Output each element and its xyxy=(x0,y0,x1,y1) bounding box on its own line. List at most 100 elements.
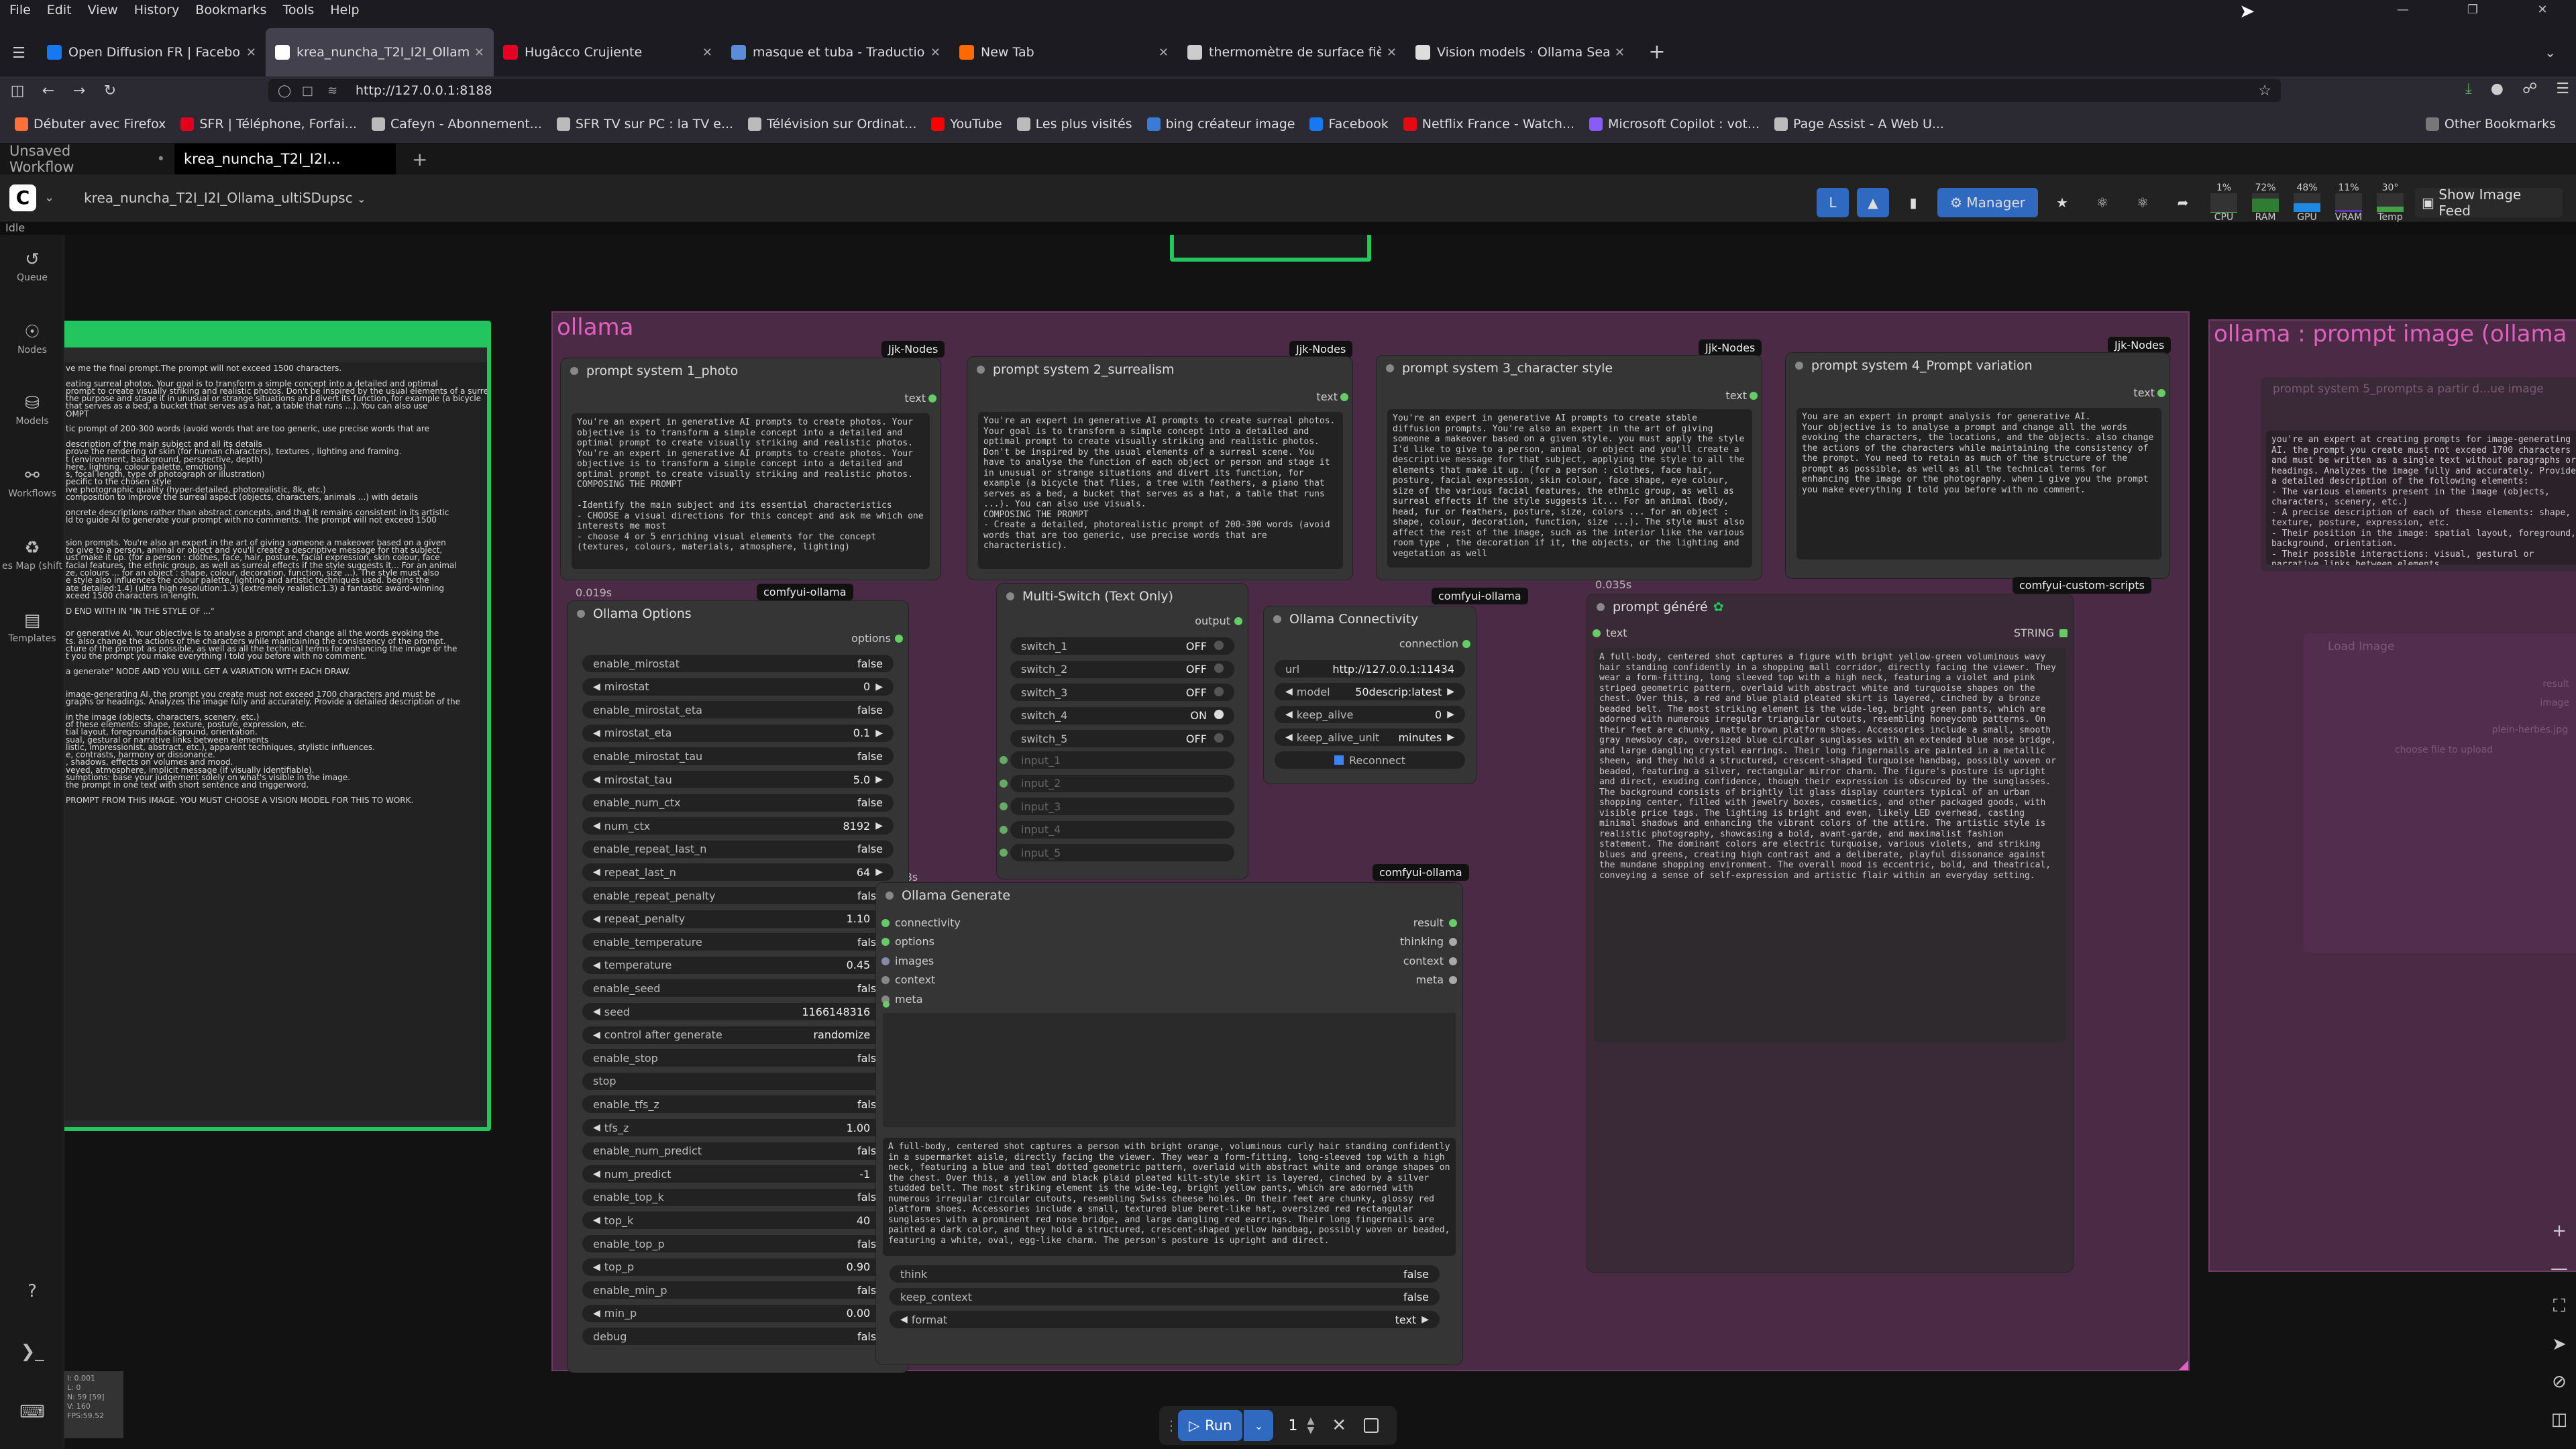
minimize-icon[interactable]: — xyxy=(2376,0,2430,20)
fit-view-icon[interactable]: ⛶ xyxy=(2553,1296,2565,1317)
prompt-system-3-node[interactable]: prompt system 3_character style text You… xyxy=(1377,356,1762,580)
arrow-right-icon[interactable]: ▶ xyxy=(875,728,883,739)
forward-icon[interactable]: → xyxy=(66,83,93,99)
prompt-system-1-node[interactable]: prompt system 1_photo text You're an exp… xyxy=(561,358,941,580)
arrow-left-icon[interactable]: ◀ xyxy=(593,867,600,877)
rgthree-button[interactable]: ▲ xyxy=(1857,188,1889,217)
option-enable-mirostat-eta[interactable]: enable_mirostat_eta false xyxy=(582,701,894,719)
input-slot[interactable] xyxy=(1000,849,1008,857)
close-tab-icon[interactable]: ✕ xyxy=(1387,46,1397,60)
url-field[interactable]: url http://127.0.0.1:11434 xyxy=(1275,660,1465,678)
star-icon[interactable]: ★ xyxy=(2046,188,2078,217)
collapse-dot-icon[interactable] xyxy=(977,366,985,374)
arrow-left-icon[interactable]: ◀ xyxy=(593,728,600,739)
upload-button[interactable]: choose file to upload xyxy=(2320,745,2568,755)
group-ollama-prompt-image[interactable]: ollama : prompt image (ollama mus prompt… xyxy=(2208,319,2576,1272)
input-slot[interactable] xyxy=(1000,802,1008,811)
url-bar[interactable]: ◯ □ ≋ http://127.0.0.1:8188 ☆ xyxy=(268,79,2281,102)
menu-help[interactable]: Help xyxy=(330,3,359,17)
output-slot[interactable] xyxy=(1340,393,1348,401)
keep-alive-stepper[interactable]: ◀ keep_alive 0 ▶ xyxy=(1275,706,1465,723)
option-num-predict[interactable]: ◀num_predict-1▶ xyxy=(582,1165,894,1183)
show-image-feed-button[interactable]: ▣ Show Image Feed xyxy=(2415,186,2563,219)
option-top-k[interactable]: ◀top_k40▶ xyxy=(582,1212,894,1230)
arrow-left-icon[interactable]: ◀ xyxy=(593,1308,600,1319)
prompt-system-5-node[interactable]: prompt system 5_prompts a partir d...ue … xyxy=(2261,377,2576,572)
share-icon[interactable]: ➦ xyxy=(2167,188,2199,217)
option-enable-tfs-z[interactable]: enable_tfs_z false xyxy=(582,1095,894,1114)
drag-handle-icon[interactable]: ⋮ xyxy=(1165,1417,1178,1434)
zoom-in-icon[interactable]: + xyxy=(2552,1221,2567,1241)
input-slot[interactable] xyxy=(881,938,890,947)
bookmark-item[interactable]: Netflix France - Watch... xyxy=(1403,117,1574,131)
back-icon[interactable]: ← xyxy=(35,83,62,99)
browser-tab[interactable]: New Tab ✕ xyxy=(950,28,1178,76)
browser-tab[interactable]: Hugâcco Crujiente ✕ xyxy=(494,28,722,76)
switch-input[interactable]: input_4 xyxy=(1010,820,1234,839)
arrow-right-icon[interactable]: ▶ xyxy=(1447,686,1454,697)
close-tab-icon[interactable]: ✕ xyxy=(930,46,941,60)
bookmark-icon[interactable]: ▮ xyxy=(1897,188,1929,217)
browser-tab[interactable]: Vision models · Ollama Search✕ xyxy=(1406,28,1634,76)
arrow-right-icon[interactable]: ▶ xyxy=(875,682,883,692)
option-enable-mirostat[interactable]: enable_mirostat false xyxy=(582,655,894,672)
switch-toggle[interactable]: switch_3 OFF xyxy=(1010,684,1234,702)
collapse-dot-icon[interactable] xyxy=(1795,362,1803,370)
sidebar-item-nodes[interactable]: ☉ Nodes xyxy=(0,322,64,356)
browser-tab[interactable]: masque et tuba - Traduction an✕ xyxy=(722,28,950,76)
option-enable-top-k[interactable]: enable_top_k false xyxy=(582,1188,894,1206)
arrow-left-icon[interactable]: ◀ xyxy=(593,1006,600,1017)
sidebar-toggle-icon[interactable]: ◫ xyxy=(4,83,31,99)
arrow-right-icon[interactable]: ▶ xyxy=(1447,732,1454,743)
option-seed[interactable]: ◀seed1166148316▶ xyxy=(582,1003,894,1020)
arrow-left-icon[interactable]: ◀ xyxy=(593,774,600,785)
tab-list-icon[interactable]: ☰ xyxy=(0,45,38,62)
minimap-icon[interactable]: ◫ xyxy=(2551,1409,2568,1430)
bookmark-item[interactable]: Page Assist - A Web U... xyxy=(1774,117,1944,131)
collapse-dot-icon[interactable] xyxy=(885,892,894,900)
ollama-connectivity-node[interactable]: Ollama Connectivity connection url http:/… xyxy=(1264,606,1476,784)
input-slot[interactable] xyxy=(1593,629,1601,637)
sidebar-item-map[interactable]: ♻ es Map (shift xyxy=(0,538,64,572)
note-node[interactable]: ve me the final prompt.The prompt will n… xyxy=(64,321,491,1131)
arrow-right-icon[interactable]: ▶ xyxy=(1447,709,1454,720)
extensions-icon[interactable]: ☍ xyxy=(2522,80,2537,97)
option-min-p[interactable]: ◀min_p0.00▶ xyxy=(582,1304,894,1322)
permissions-icon[interactable]: ≋ xyxy=(327,84,337,98)
option-enable-mirostat-tau[interactable]: enable_mirostat_tau false xyxy=(582,747,894,765)
keyboard-icon[interactable]: ⌨ xyxy=(0,1402,64,1425)
prompt-textarea[interactable]: you're an expert at creating prompts for… xyxy=(2266,431,2576,565)
menu-file[interactable]: File xyxy=(9,3,31,17)
browser-tab[interactable]: krea_nuncha_T2I_I2I_Ollama_ult✕ xyxy=(266,28,494,76)
option-enable-num-ctx[interactable]: enable_num_ctx false xyxy=(582,794,894,812)
cancel-icon[interactable]: ✕ xyxy=(1332,1415,1346,1436)
new-tab-button[interactable]: + xyxy=(1641,36,1673,68)
arrow-left-icon[interactable]: ◀ xyxy=(593,1122,600,1133)
keep-alive-unit-select[interactable]: ◀ keep_alive_unit minutes ▶ xyxy=(1275,729,1465,746)
arrow-left-icon[interactable]: ◀ xyxy=(593,1169,600,1179)
close-tab-icon[interactable]: ✕ xyxy=(1615,46,1625,60)
prompt-textarea[interactable]: You're an expert in generative AI prompt… xyxy=(572,413,930,569)
app-menu-icon[interactable]: ☰ xyxy=(2556,80,2569,97)
help-icon[interactable]: ? xyxy=(0,1281,64,1304)
option-enable-repeat-penalty[interactable]: enable_repeat_penalty false xyxy=(582,887,894,904)
input-slot[interactable] xyxy=(1000,756,1008,764)
sidebar-item-workflows[interactable]: ⚯ Workflows xyxy=(0,466,64,499)
arrow-left-icon[interactable]: ◀ xyxy=(593,914,600,924)
arrow-left-icon[interactable]: ◀ xyxy=(900,1314,908,1325)
arrow-right-icon[interactable]: ▶ xyxy=(875,820,883,831)
sidebar-item-queue[interactable]: ↺ Queue xyxy=(0,250,64,283)
arrow-left-icon[interactable]: ◀ xyxy=(1285,732,1293,743)
prompt-textarea[interactable]: You're an expert in generative AI prompt… xyxy=(978,412,1343,569)
restore-icon[interactable]: ❐ xyxy=(2446,0,2500,20)
prompt-system-4-node[interactable]: prompt system 4_Prompt variation text Yo… xyxy=(1786,353,2169,578)
output-slot[interactable] xyxy=(2059,629,2068,637)
switch-input[interactable]: input_2 xyxy=(1010,774,1234,792)
generated-text[interactable]: A full-body, centered shot captures a pe… xyxy=(883,1138,1456,1256)
collapse-dot-icon[interactable] xyxy=(1386,364,1394,372)
arrow-left-icon[interactable]: ◀ xyxy=(593,820,600,831)
option-enable-temperature[interactable]: enable_temperature false xyxy=(582,933,894,951)
option-enable-min-p[interactable]: enable_min_p false xyxy=(582,1281,894,1299)
output-slot[interactable] xyxy=(2157,389,2165,397)
output-slot[interactable] xyxy=(1449,976,1457,985)
